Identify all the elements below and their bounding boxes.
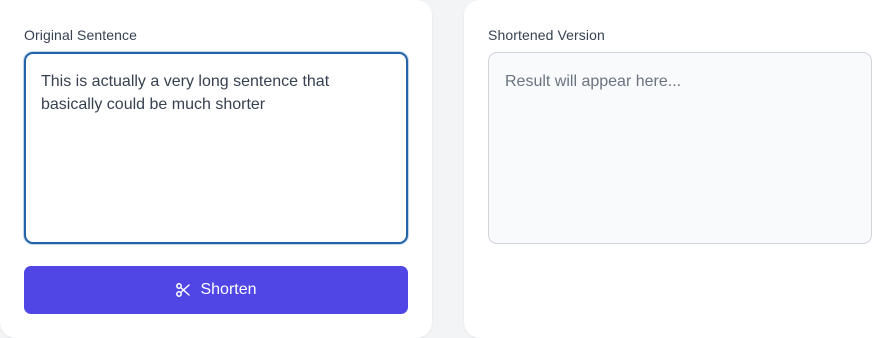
shorten-button-label: Shorten — [200, 281, 257, 298]
shortened-version-card: Shortened Version Result will appear her… — [464, 0, 896, 338]
shortened-version-output: Result will appear here... — [488, 52, 872, 244]
original-sentence-card: Original Sentence Shorten — [0, 0, 432, 338]
shortened-version-label: Shortened Version — [488, 27, 605, 43]
original-sentence-label: Original Sentence — [24, 27, 137, 43]
original-sentence-input[interactable] — [24, 52, 408, 244]
result-placeholder: Result will appear here... — [505, 73, 682, 90]
scissors-icon — [175, 282, 191, 298]
shorten-button[interactable]: Shorten — [24, 266, 408, 314]
